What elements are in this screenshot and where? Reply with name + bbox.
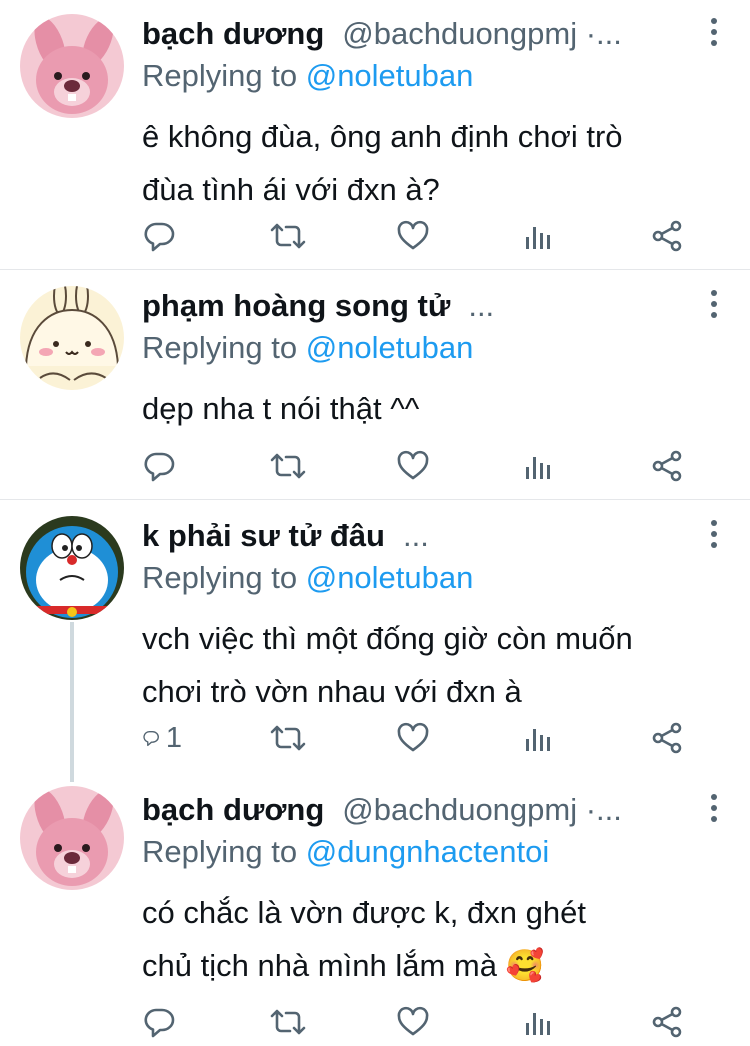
replying-to-label: Replying to — [142, 560, 306, 595]
replying-to-mention[interactable]: @noletuban — [306, 58, 474, 93]
retweet-button[interactable] — [269, 449, 309, 483]
divider — [0, 499, 750, 500]
tweet-text: có chắc là vờn được k, đxn ghét chủ tịch… — [142, 886, 732, 992]
user-handle[interactable]: ... — [468, 288, 494, 324]
tweet-3[interactable]: k phải sư tử đâu ... Replying to @noletu… — [0, 502, 750, 774]
share-button[interactable] — [650, 721, 690, 755]
retweet-icon — [270, 725, 306, 751]
tweet-header: bạch dương @bachduongpmj ·... — [142, 788, 750, 832]
avatar-pink-bunny[interactable] — [20, 14, 124, 118]
tweet-text-line: chủ tịch nhà mình lắm mà 🥰 — [142, 948, 545, 983]
tweet-text: vch việc thì một đống giờ còn muốn chơi … — [142, 612, 732, 718]
share-icon — [652, 220, 682, 252]
replying-to-label: Replying to — [142, 834, 306, 869]
user-handle[interactable]: ... — [403, 518, 429, 554]
action-bar — [142, 1002, 690, 1042]
like-button[interactable] — [396, 1005, 436, 1039]
reply-icon — [144, 222, 175, 252]
reply-button[interactable] — [142, 1005, 182, 1039]
action-bar — [142, 216, 690, 256]
replying-to-mention[interactable]: @dungnhactentoi — [306, 834, 550, 869]
more-vertical-icon[interactable] — [702, 516, 726, 552]
share-button[interactable] — [650, 449, 690, 483]
share-icon — [652, 722, 682, 754]
retweet-icon — [270, 1009, 306, 1035]
user-handle[interactable]: @bachduongpmj ·... — [342, 16, 622, 52]
like-icon — [397, 1006, 429, 1036]
analytics-icon — [526, 457, 550, 479]
replying-to: Replying to @noletuban — [142, 330, 473, 366]
reply-button[interactable]: 1 — [142, 721, 182, 755]
replying-to-label: Replying to — [142, 330, 306, 365]
reply-icon — [143, 731, 159, 747]
tweet-text: ê không đùa, ông anh định chơi trò đùa t… — [142, 110, 732, 216]
like-button[interactable] — [396, 219, 436, 253]
display-name[interactable]: bạch dương — [142, 792, 324, 828]
divider — [0, 269, 750, 270]
tweet-header: bạch dương @bachduongpmj ·... — [142, 12, 750, 56]
avatar-cartoon-bunny[interactable] — [20, 286, 124, 390]
share-icon — [652, 450, 682, 482]
avatar-doraemon[interactable] — [20, 516, 124, 620]
replying-to-label: Replying to — [142, 58, 306, 93]
display-name[interactable]: phạm hoàng song tử — [142, 288, 450, 324]
like-icon — [397, 450, 429, 480]
analytics-icon — [526, 1013, 550, 1035]
analytics-button[interactable] — [523, 221, 563, 251]
replying-to: Replying to @dungnhactentoi — [142, 834, 549, 870]
reply-button[interactable] — [142, 449, 182, 483]
retweet-icon — [270, 453, 306, 479]
replying-to: Replying to @noletuban — [142, 58, 473, 94]
like-button[interactable] — [396, 449, 436, 483]
tweet-text-line: vch việc thì một đống giờ còn muốn — [142, 621, 633, 656]
action-bar — [142, 446, 690, 486]
more-vertical-icon[interactable] — [702, 286, 726, 322]
like-icon — [397, 722, 429, 752]
more-vertical-icon[interactable] — [702, 14, 726, 50]
tweet-text-line: có chắc là vờn được k, đxn ghét — [142, 895, 586, 930]
tweet-header: phạm hoàng song tử ... — [142, 284, 750, 328]
retweet-icon — [270, 223, 306, 249]
reply-count: 1 — [165, 721, 182, 754]
retweet-button[interactable] — [269, 721, 309, 755]
tweet-4[interactable]: bạch dương @bachduongpmj ·... Replying t… — [0, 776, 750, 1046]
tweet-2[interactable]: phạm hoàng song tử ... Replying to @nole… — [0, 272, 750, 500]
analytics-icon — [526, 729, 550, 751]
share-icon — [652, 1006, 682, 1038]
reply-icon — [144, 452, 175, 482]
display-name[interactable]: k phải sư tử đâu — [142, 518, 385, 554]
analytics-icon — [526, 227, 550, 249]
replying-to-mention[interactable]: @noletuban — [306, 330, 474, 365]
avatar-pink-bunny[interactable] — [20, 786, 124, 890]
retweet-button[interactable] — [269, 1005, 309, 1039]
tweet-text: dẹp nha t nói thật ^^ — [142, 382, 732, 435]
reply-icon — [144, 1008, 175, 1038]
tweet-text-line: đùa tình ái với đxn à? — [142, 172, 440, 207]
more-vertical-icon[interactable] — [702, 790, 726, 826]
like-button[interactable] — [396, 721, 436, 755]
share-button[interactable] — [650, 1005, 690, 1039]
tweet-1[interactable]: bạch dương @bachduongpmj ·... Replying t… — [0, 0, 750, 270]
analytics-button[interactable] — [523, 451, 563, 481]
tweet-text-line: chơi trò vờn nhau với đxn à — [142, 674, 522, 709]
action-bar: 1 — [142, 718, 690, 758]
display-name[interactable]: bạch dương — [142, 16, 324, 52]
replying-to-mention[interactable]: @noletuban — [306, 560, 474, 595]
like-icon — [397, 220, 429, 250]
tweet-text-line: dẹp nha t nói thật ^^ — [142, 391, 420, 426]
replying-to: Replying to @noletuban — [142, 560, 473, 596]
analytics-button[interactable] — [523, 1007, 563, 1037]
share-button[interactable] — [650, 219, 690, 253]
tweet-text-line: ê không đùa, ông anh định chơi trò — [142, 119, 623, 154]
analytics-button[interactable] — [523, 723, 563, 753]
user-handle[interactable]: @bachduongpmj ·... — [342, 792, 622, 828]
tweet-header: k phải sư tử đâu ... — [142, 514, 750, 558]
retweet-button[interactable] — [269, 219, 309, 253]
reply-button[interactable] — [142, 219, 182, 253]
